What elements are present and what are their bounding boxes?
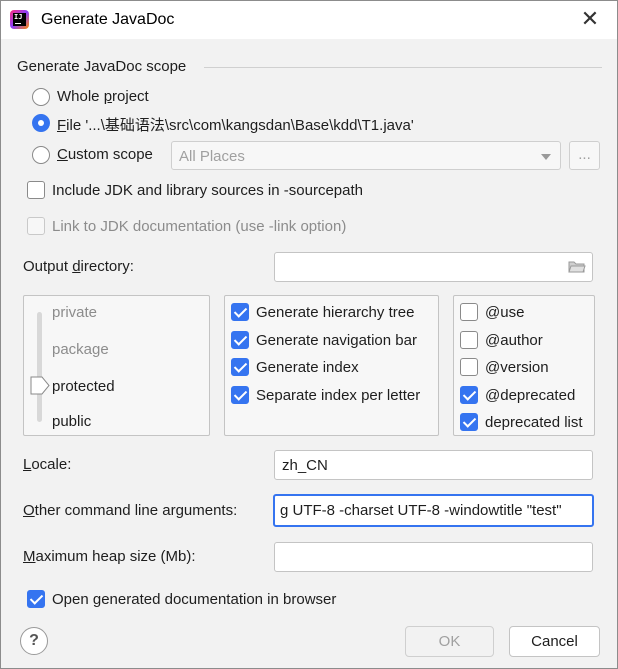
generate-javadoc-dialog: IJ Generate JavaDoc ✕ Generate JavaDoc s… (0, 0, 618, 669)
deprecated-tag-checkbox[interactable] (460, 386, 478, 404)
open-in-browser-label[interactable]: Open generated documentation in browser (52, 591, 336, 608)
deprecated-list-checkbox[interactable] (460, 413, 478, 431)
open-in-browser-checkbox[interactable] (27, 590, 45, 608)
dialog-title: Generate JavaDoc (41, 11, 175, 28)
generate-navigation-bar-label[interactable]: Generate navigation bar (256, 332, 417, 349)
custom-scope-radio[interactable] (32, 146, 50, 164)
include-jdk-label[interactable]: Include JDK and library sources in -sour… (52, 182, 363, 199)
generate-options-panel: Generate hierarchy tree Generate navigat… (224, 295, 439, 436)
custom-scope-label[interactable]: Custom scope (57, 146, 153, 163)
link-jdk-checkbox[interactable] (27, 217, 45, 235)
visibility-panel: private package protected public (23, 295, 210, 436)
output-directory-field[interactable] (274, 252, 593, 282)
author-tag-label[interactable]: @author (485, 332, 543, 349)
whole-project-label[interactable]: Whole project (57, 88, 149, 105)
file-scope-label[interactable]: File '...\基础语法\src\com\kangsdan\Base\kdd… (57, 114, 414, 135)
other-args-label: Other command line arguments: (23, 502, 238, 519)
visibility-slider-thumb[interactable] (30, 376, 50, 395)
generate-index-label[interactable]: Generate index (256, 359, 359, 376)
other-args-field[interactable]: g UTF-8 -charset UTF-8 -windowtitle "tes… (273, 494, 594, 527)
chevron-down-icon (541, 154, 551, 160)
use-tag-label[interactable]: @use (485, 304, 524, 321)
author-tag-checkbox[interactable] (460, 331, 478, 349)
separate-index-label[interactable]: Separate index per letter (256, 387, 420, 404)
custom-scope-browse-button[interactable]: ... (569, 141, 600, 170)
help-icon[interactable]: ? (20, 627, 48, 655)
title-bar: IJ Generate JavaDoc ✕ (1, 1, 617, 39)
visibility-public[interactable]: public (52, 413, 91, 430)
generate-navigation-bar-checkbox[interactable] (231, 331, 249, 349)
locale-label: Locale: (23, 456, 72, 473)
use-tag-checkbox[interactable] (460, 303, 478, 321)
version-tag-checkbox[interactable] (460, 358, 478, 376)
file-scope-radio[interactable] (32, 114, 50, 132)
visibility-protected[interactable]: protected (52, 378, 115, 395)
visibility-private[interactable]: private (52, 304, 97, 321)
folder-icon[interactable] (568, 259, 586, 274)
deprecated-tag-label[interactable]: @deprecated (485, 387, 575, 404)
whole-project-radio[interactable] (32, 88, 50, 106)
intellij-app-icon: IJ (10, 10, 29, 29)
locale-field[interactable]: zh_CN (274, 450, 593, 480)
custom-scope-dropdown[interactable]: All Places (171, 141, 561, 170)
custom-scope-value: All Places (179, 148, 245, 165)
separate-index-checkbox[interactable] (231, 386, 249, 404)
deprecated-list-label[interactable]: deprecated list (485, 414, 583, 431)
scope-group-title: Generate JavaDoc scope (17, 58, 187, 75)
link-jdk-label: Link to JDK documentation (use -link opt… (52, 218, 347, 235)
ok-button[interactable]: OK (405, 626, 494, 657)
output-directory-label: Output directory: (23, 258, 134, 275)
generate-hierarchy-tree-label[interactable]: Generate hierarchy tree (256, 304, 414, 321)
version-tag-label[interactable]: @version (485, 359, 549, 376)
max-heap-label: Maximum heap size (Mb): (23, 548, 196, 565)
visibility-package[interactable]: package (52, 341, 109, 358)
scope-separator (204, 67, 602, 68)
cancel-button[interactable]: Cancel (509, 626, 600, 657)
close-icon[interactable]: ✕ (575, 5, 605, 35)
tag-options-panel: @use @author @version @deprecated deprec… (453, 295, 595, 436)
visibility-slider-track[interactable] (37, 312, 42, 422)
max-heap-field[interactable] (274, 542, 593, 572)
generate-index-checkbox[interactable] (231, 358, 249, 376)
generate-hierarchy-tree-checkbox[interactable] (231, 303, 249, 321)
include-jdk-checkbox[interactable] (27, 181, 45, 199)
